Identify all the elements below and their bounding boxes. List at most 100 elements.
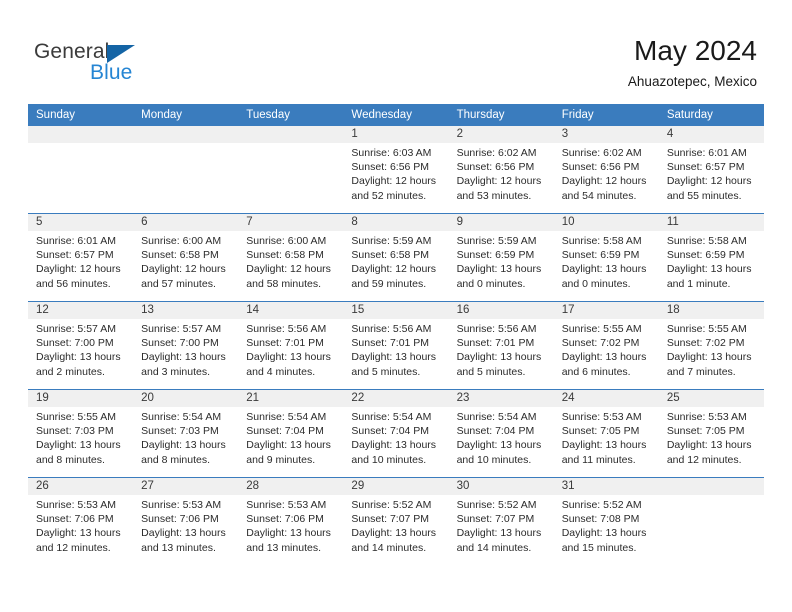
empty-day-number xyxy=(28,126,133,143)
sunset-text: Sunset: 7:03 PM xyxy=(141,425,219,438)
daylight-text: and 12 minutes. xyxy=(36,541,111,554)
sunset-text: Sunset: 7:06 PM xyxy=(246,513,324,526)
day-cell[interactable]: Sunrise: 6:02 AM Sunset: 6:56 PM Daylight:… xyxy=(449,143,554,213)
daylight-text: Daylight: 12 hours xyxy=(141,263,226,276)
day-number[interactable]: 3 xyxy=(554,126,659,143)
day-cell[interactable]: Sunrise: 5:54 AM Sunset: 7:04 PM Daylight:… xyxy=(449,407,554,477)
empty-day-cell xyxy=(659,495,764,565)
day-number[interactable]: 28 xyxy=(238,478,343,495)
day-cell[interactable]: Sunrise: 5:58 AM Sunset: 6:59 PM Daylight:… xyxy=(659,231,764,301)
day-cell[interactable]: Sunrise: 5:52 AM Sunset: 7:07 PM Daylight:… xyxy=(343,495,448,565)
sunset-text: Sunset: 7:08 PM xyxy=(561,513,640,526)
day-cell[interactable]: Sunrise: 5:53 AM Sunset: 7:06 PM Daylight:… xyxy=(28,495,133,565)
day-number[interactable]: 26 xyxy=(28,478,133,495)
daylight-text: Daylight: 13 hours xyxy=(246,351,331,364)
day-cell[interactable]: Sunrise: 5:52 AM Sunset: 7:07 PM Daylight:… xyxy=(449,495,554,565)
day-number[interactable]: 19 xyxy=(28,390,133,407)
day-number[interactable]: 11 xyxy=(659,214,764,231)
day-number[interactable]: 27 xyxy=(133,478,238,495)
day-cell[interactable]: Sunrise: 5:56 AM Sunset: 7:01 PM Daylight:… xyxy=(449,319,554,389)
daylight-text: Daylight: 13 hours xyxy=(246,439,331,452)
day-cell[interactable]: Sunrise: 5:54 AM Sunset: 7:04 PM Daylight:… xyxy=(238,407,343,477)
day-cell[interactable]: Sunrise: 6:01 AM Sunset: 6:57 PM Daylight:… xyxy=(659,143,764,213)
day-number[interactable]: 16 xyxy=(449,302,554,319)
day-cell[interactable]: Sunrise: 5:53 AM Sunset: 7:06 PM Daylight:… xyxy=(133,495,238,565)
sunrise-text: Sunrise: 5:52 AM xyxy=(351,499,432,511)
day-cell[interactable]: Sunrise: 5:53 AM Sunset: 7:05 PM Daylight:… xyxy=(554,407,659,477)
sunrise-text: Sunrise: 5:58 AM xyxy=(666,235,747,247)
day-cell[interactable]: Sunrise: 5:59 AM Sunset: 6:58 PM Daylight:… xyxy=(343,231,448,301)
sunrise-text: Sunrise: 5:57 AM xyxy=(36,323,116,335)
day-number[interactable]: 21 xyxy=(238,390,343,407)
empty-day-number xyxy=(238,126,343,143)
sunrise-text: Sunrise: 5:53 AM xyxy=(666,411,747,423)
day-number[interactable]: 12 xyxy=(28,302,133,319)
day-number[interactable]: 6 xyxy=(133,214,238,231)
sunrise-text: Sunrise: 6:00 AM xyxy=(141,235,222,247)
day-cell[interactable]: Sunrise: 5:53 AM Sunset: 7:05 PM Daylight:… xyxy=(659,407,764,477)
day-cell[interactable]: Sunrise: 5:54 AM Sunset: 7:03 PM Daylight:… xyxy=(133,407,238,477)
day-number[interactable]: 31 xyxy=(554,478,659,495)
sunrise-text: Sunrise: 6:01 AM xyxy=(36,235,116,247)
day-number[interactable]: 7 xyxy=(238,214,343,231)
day-cell[interactable]: Sunrise: 5:52 AM Sunset: 7:08 PM Daylight:… xyxy=(554,495,659,565)
day-number[interactable]: 24 xyxy=(554,390,659,407)
day-cell[interactable]: Sunrise: 5:55 AM Sunset: 7:03 PM Daylight:… xyxy=(28,407,133,477)
day-number[interactable]: 14 xyxy=(238,302,343,319)
day-number[interactable]: 29 xyxy=(343,478,448,495)
day-cell[interactable]: Sunrise: 6:03 AM Sunset: 6:56 PM Daylight:… xyxy=(343,143,448,213)
day-number[interactable]: 13 xyxy=(133,302,238,319)
day-cell[interactable]: Sunrise: 5:57 AM Sunset: 7:00 PM Daylight:… xyxy=(28,319,133,389)
sunrise-text: Sunrise: 5:52 AM xyxy=(456,499,537,511)
sunrise-text: Sunrise: 5:54 AM xyxy=(351,411,432,423)
daylight-text: Daylight: 13 hours xyxy=(141,351,226,364)
day-cell[interactable]: Sunrise: 5:55 AM Sunset: 7:02 PM Daylight:… xyxy=(554,319,659,389)
day-number[interactable]: 1 xyxy=(343,126,448,143)
daylight-text: Daylight: 13 hours xyxy=(456,439,542,452)
day-number[interactable]: 20 xyxy=(133,390,238,407)
daylight-text: Daylight: 12 hours xyxy=(351,263,437,276)
day-number[interactable]: 4 xyxy=(659,126,764,143)
empty-day-number xyxy=(133,126,238,143)
day-cell[interactable]: Sunrise: 5:59 AM Sunset: 6:59 PM Daylight:… xyxy=(449,231,554,301)
day-cell[interactable]: Sunrise: 6:02 AM Sunset: 6:56 PM Daylight:… xyxy=(554,143,659,213)
sunset-text: Sunset: 6:56 PM xyxy=(351,161,430,174)
day-cell[interactable]: Sunrise: 6:00 AM Sunset: 6:58 PM Daylight:… xyxy=(133,231,238,301)
week-date-number-band: 12 13 14 15 16 17 18 xyxy=(28,302,764,319)
daylight-text: Daylight: 13 hours xyxy=(666,439,752,452)
day-cell[interactable]: Sunrise: 5:56 AM Sunset: 7:01 PM Daylight:… xyxy=(343,319,448,389)
day-cell[interactable]: Sunrise: 6:00 AM Sunset: 6:58 PM Daylight:… xyxy=(238,231,343,301)
day-number[interactable]: 5 xyxy=(28,214,133,231)
daylight-text: and 8 minutes. xyxy=(36,453,105,466)
day-number[interactable]: 17 xyxy=(554,302,659,319)
daylight-text: and 56 minutes. xyxy=(36,277,111,290)
day-cell[interactable]: Sunrise: 5:53 AM Sunset: 7:06 PM Daylight:… xyxy=(238,495,343,565)
daylight-text: Daylight: 13 hours xyxy=(36,527,121,540)
day-number[interactable]: 30 xyxy=(449,478,554,495)
day-number[interactable]: 23 xyxy=(449,390,554,407)
sunset-text: Sunset: 7:07 PM xyxy=(456,513,535,526)
day-number[interactable]: 8 xyxy=(343,214,448,231)
daylight-text: Daylight: 13 hours xyxy=(561,439,647,452)
day-number[interactable]: 9 xyxy=(449,214,554,231)
day-cell[interactable]: Sunrise: 5:58 AM Sunset: 6:59 PM Daylight:… xyxy=(554,231,659,301)
sunrise-text: Sunrise: 5:56 AM xyxy=(351,323,432,335)
daylight-text: Daylight: 13 hours xyxy=(561,527,647,540)
day-number[interactable]: 25 xyxy=(659,390,764,407)
day-number[interactable]: 2 xyxy=(449,126,554,143)
day-cell[interactable]: Sunrise: 5:56 AM Sunset: 7:01 PM Daylight:… xyxy=(238,319,343,389)
day-number[interactable]: 18 xyxy=(659,302,764,319)
day-cell[interactable]: Sunrise: 6:01 AM Sunset: 6:57 PM Daylight:… xyxy=(28,231,133,301)
day-cell[interactable]: Sunrise: 5:55 AM Sunset: 7:02 PM Daylight:… xyxy=(659,319,764,389)
day-number[interactable]: 10 xyxy=(554,214,659,231)
sunset-text: Sunset: 6:59 PM xyxy=(561,249,640,262)
day-cell[interactable]: Sunrise: 5:54 AM Sunset: 7:04 PM Daylight:… xyxy=(343,407,448,477)
sunset-text: Sunset: 7:00 PM xyxy=(36,337,114,350)
day-number[interactable]: 15 xyxy=(343,302,448,319)
day-cell[interactable]: Sunrise: 5:57 AM Sunset: 7:00 PM Daylight:… xyxy=(133,319,238,389)
daylight-text: and 15 minutes. xyxy=(561,541,637,554)
sunrise-text: Sunrise: 6:03 AM xyxy=(351,147,432,159)
daylight-text: Daylight: 12 hours xyxy=(246,263,331,276)
daylight-text: Daylight: 13 hours xyxy=(456,527,542,540)
day-number[interactable]: 22 xyxy=(343,390,448,407)
